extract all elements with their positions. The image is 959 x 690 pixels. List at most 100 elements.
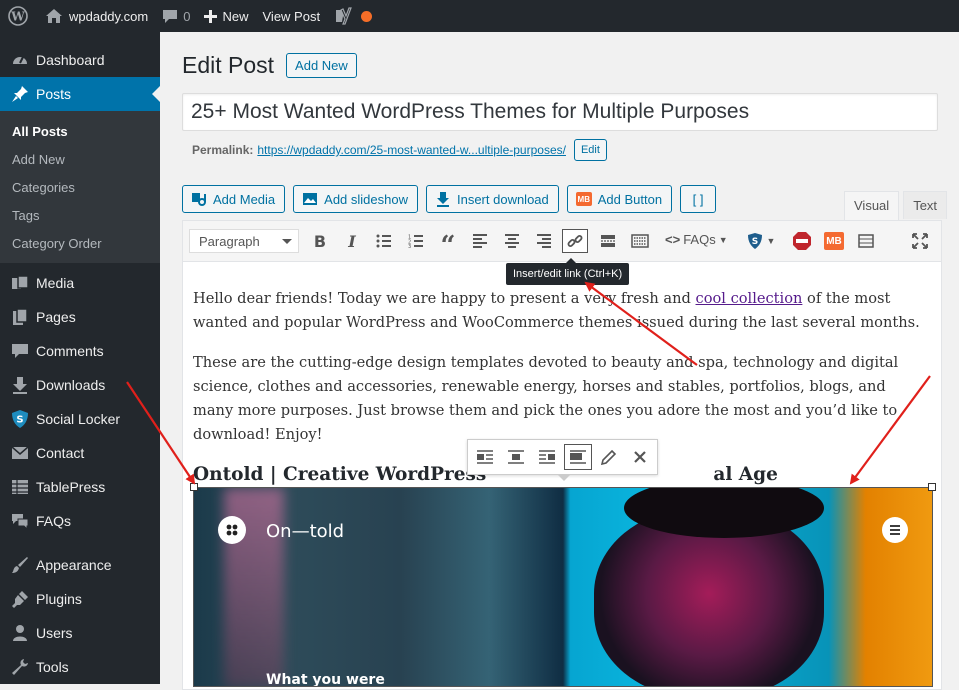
mail-icon bbox=[10, 443, 30, 463]
image-align-left-button[interactable] bbox=[471, 444, 499, 470]
paragraph-description: These are the cutting-edge design templa… bbox=[193, 354, 899, 443]
align-right-button[interactable] bbox=[531, 229, 557, 253]
social-locker-dropdown[interactable]: S ▼ bbox=[743, 229, 779, 253]
pages-icon bbox=[10, 307, 30, 327]
read-more-icon bbox=[601, 235, 615, 247]
bold-button[interactable]: B bbox=[307, 229, 333, 253]
brackets-icon: [ ] bbox=[692, 191, 704, 207]
admin-bar: W wpdaddy.com 0 New View Post bbox=[0, 0, 959, 32]
sidebar-item-social-locker[interactable]: S Social Locker bbox=[0, 402, 160, 436]
site-name-link[interactable]: wpdaddy.com bbox=[38, 0, 155, 32]
comments-count: 0 bbox=[183, 8, 191, 24]
table-insert-button[interactable] bbox=[853, 229, 879, 253]
image-align-none-button[interactable] bbox=[564, 444, 592, 470]
image-align-right-button[interactable] bbox=[533, 444, 561, 470]
add-button-label: Add Button bbox=[597, 191, 663, 207]
insert-link-button[interactable] bbox=[562, 229, 588, 253]
cool-collection-link[interactable]: cool collection bbox=[696, 290, 803, 307]
mashshare-button[interactable] bbox=[789, 229, 815, 253]
view-post-link[interactable]: View Post bbox=[256, 0, 328, 32]
sidebar-item-appearance[interactable]: Appearance bbox=[0, 548, 160, 582]
submenu-categories[interactable]: Categories bbox=[0, 174, 160, 202]
sidebar-item-faqs[interactable]: FAQs bbox=[0, 504, 160, 538]
shield-icon: S bbox=[10, 409, 30, 429]
faqs-label: FAQs bbox=[683, 232, 716, 247]
media-buttons-row: Add Media Add slideshow Insert download … bbox=[182, 185, 717, 213]
sidebar-item-label: FAQs bbox=[36, 513, 72, 529]
sidebar-item-pages[interactable]: Pages bbox=[0, 300, 160, 334]
sidebar-item-posts[interactable]: Posts bbox=[0, 77, 160, 111]
wordpress-logo-icon[interactable]: W bbox=[0, 0, 38, 32]
sidebar-item-downloads[interactable]: Downloads bbox=[0, 368, 160, 402]
format-select[interactable]: Paragraph bbox=[189, 229, 299, 253]
add-media-button[interactable]: Add Media bbox=[182, 185, 286, 213]
maxbuttons-icon: MB bbox=[575, 192, 592, 206]
sidebar-item-tablepress[interactable]: TablePress bbox=[0, 470, 160, 504]
blockquote-button[interactable]: “ bbox=[435, 229, 461, 261]
submenu-category-order[interactable]: Category Order bbox=[0, 230, 160, 258]
fullscreen-button[interactable] bbox=[907, 229, 933, 253]
seo-status-dot[interactable] bbox=[361, 10, 373, 22]
svg-text:S: S bbox=[751, 237, 757, 247]
new-content-link[interactable]: New bbox=[197, 0, 255, 32]
align-center-icon bbox=[508, 450, 524, 464]
maxbuttons-toolbar-button[interactable]: MB bbox=[821, 229, 847, 253]
bullet-list-button[interactable] bbox=[371, 229, 397, 253]
align-center-button[interactable] bbox=[499, 229, 525, 253]
page-heading: Edit Post Add New bbox=[182, 52, 357, 79]
sidebar-item-dashboard[interactable]: Dashboard bbox=[0, 43, 160, 77]
permalink-edit-button[interactable]: Edit bbox=[573, 139, 607, 161]
fullscreen-icon bbox=[912, 233, 928, 249]
sidebar-item-media[interactable]: Media bbox=[0, 266, 160, 300]
read-more-button[interactable] bbox=[595, 229, 621, 253]
sidebar-item-tools[interactable]: Tools bbox=[0, 650, 160, 684]
align-left-icon bbox=[477, 450, 493, 464]
add-button-button[interactable]: MB Add Button bbox=[566, 185, 673, 213]
image-remove-button[interactable] bbox=[626, 444, 654, 470]
theme-preview-image[interactable]: On—told What you were bbox=[193, 487, 933, 687]
tools-icon bbox=[10, 657, 30, 677]
add-new-button[interactable]: Add New bbox=[286, 53, 357, 78]
insert-download-button[interactable]: Insert download bbox=[425, 185, 559, 213]
bullet-list-icon bbox=[376, 234, 391, 248]
image-toolbar bbox=[467, 439, 658, 481]
sidebar-item-contact[interactable]: Contact bbox=[0, 436, 160, 470]
resize-handle-top-right[interactable] bbox=[928, 483, 936, 491]
italic-button[interactable]: I bbox=[339, 229, 365, 253]
permalink-url-link[interactable]: https://wpdaddy.com/25-most-wanted-w...u… bbox=[257, 143, 566, 157]
comments-link[interactable]: 0 bbox=[155, 0, 197, 32]
comment-bubble-icon bbox=[162, 9, 178, 24]
sidebar-item-label: Posts bbox=[36, 86, 72, 102]
paragraph-intro: Hello dear friends! Today we are happy t… bbox=[193, 287, 923, 335]
quote-icon: “ bbox=[440, 231, 456, 261]
sidebar-item-label: Social Locker bbox=[36, 411, 121, 427]
sidebar-item-plugins[interactable]: Plugins bbox=[0, 582, 160, 616]
submenu-all-posts[interactable]: All Posts bbox=[0, 118, 160, 146]
submenu-add-new[interactable]: Add New bbox=[0, 146, 160, 174]
shortcode-button[interactable]: [ ] bbox=[680, 185, 717, 213]
add-slideshow-button[interactable]: Add slideshow bbox=[293, 185, 418, 213]
post-title-input[interactable]: 25+ Most Wanted WordPress Themes for Mul… bbox=[182, 93, 938, 131]
yoast-seo-icon[interactable] bbox=[327, 0, 359, 32]
tab-text[interactable]: Text bbox=[903, 191, 948, 219]
sidebar-item-label: Media bbox=[36, 275, 75, 291]
sidebar-item-comments[interactable]: Comments bbox=[0, 334, 160, 368]
italic-icon: I bbox=[348, 231, 356, 251]
table-icon bbox=[10, 477, 30, 497]
new-label: New bbox=[222, 8, 249, 24]
submenu-tags[interactable]: Tags bbox=[0, 202, 160, 230]
sidebar-item-users[interactable]: Users bbox=[0, 616, 160, 650]
toolbar-toggle-button[interactable] bbox=[627, 229, 653, 253]
resize-handle-top-left[interactable] bbox=[190, 483, 198, 491]
keyboard-icon bbox=[631, 234, 649, 248]
faqs-dropdown[interactable]: <> FAQs ▼ bbox=[665, 232, 728, 247]
format-select-value: Paragraph bbox=[199, 233, 260, 249]
numbered-list-icon: 123 bbox=[408, 235, 423, 248]
align-left-button[interactable] bbox=[467, 229, 493, 253]
tab-visual[interactable]: Visual bbox=[844, 191, 900, 221]
chevron-down-icon: ▼ bbox=[718, 234, 728, 245]
image-align-center-button[interactable] bbox=[502, 444, 530, 470]
comments-icon bbox=[10, 341, 30, 361]
image-edit-button[interactable] bbox=[595, 444, 623, 470]
numbered-list-button[interactable]: 123 bbox=[403, 229, 429, 253]
